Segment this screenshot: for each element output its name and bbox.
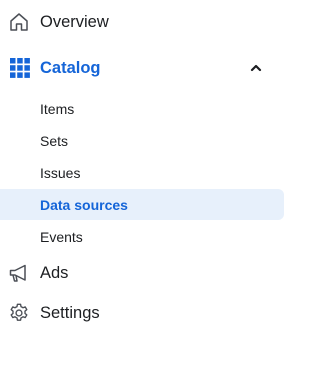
catalog-item-label: Items (40, 101, 75, 117)
catalog-item-label: Events (40, 229, 83, 245)
nav-item-settings[interactable]: Settings (0, 299, 295, 327)
catalog-item-items[interactable]: Items (0, 97, 284, 121)
nav-item-overview[interactable]: Overview (0, 8, 295, 36)
catalog-item-label: Issues (40, 165, 81, 181)
nav-item-catalog-label: Catalog (40, 59, 101, 77)
megaphone-icon (8, 262, 30, 284)
nav-item-overview-label: Overview (40, 13, 109, 31)
nav-item-settings-label: Settings (40, 304, 100, 322)
nav-item-ads[interactable]: Ads (0, 259, 295, 287)
grid-icon (9, 57, 31, 79)
chevron-up-icon[interactable] (248, 60, 264, 76)
catalog-item-events[interactable]: Events (0, 225, 284, 249)
home-icon (8, 11, 30, 33)
nav-item-ads-label: Ads (40, 264, 69, 282)
catalog-item-data-sources[interactable]: Data sources (0, 193, 284, 217)
nav-item-catalog[interactable]: Catalog (0, 54, 295, 82)
gear-icon (8, 302, 30, 324)
sidebar-nav: Overview Catalog Items Sets Issues Data … (0, 0, 295, 380)
catalog-item-issues[interactable]: Issues (0, 161, 284, 185)
catalog-item-sets[interactable]: Sets (0, 129, 284, 153)
catalog-item-label: Sets (40, 133, 69, 149)
catalog-item-label: Data sources (40, 197, 128, 213)
